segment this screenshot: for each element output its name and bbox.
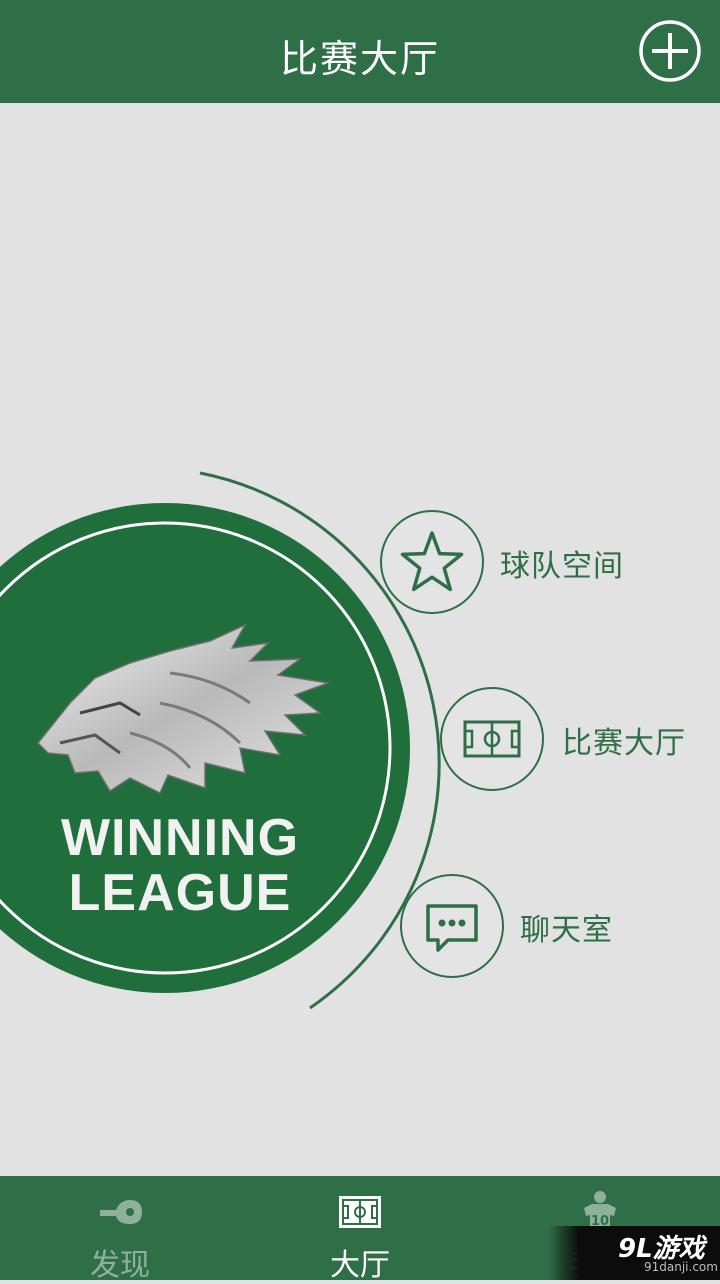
whistle-icon [100, 1200, 142, 1224]
tab-discover[interactable]: 发现 [0, 1176, 240, 1283]
star-icon [400, 531, 464, 592]
logo-text-line2: LEAGUE [68, 864, 292, 922]
plus-circle-icon [639, 20, 701, 82]
menu-ring [0, 471, 441, 1010]
menu-item-match-hall[interactable]: 比赛大厅 [440, 687, 710, 791]
menu-label: 比赛大厅 [562, 726, 686, 761]
logo-text-line1: WINNING [60, 809, 300, 867]
menu-circle [380, 510, 484, 614]
menu-item-chat-room[interactable]: 聊天室 [400, 874, 640, 978]
site-watermark: 9L游戏 91danji.com [548, 1226, 720, 1280]
football-pitch-icon [339, 1196, 381, 1228]
chat-bubble-icon [426, 904, 478, 952]
tab-label: 发现 [90, 1248, 150, 1283]
hall-content: WINNING LEAGUE 球队空间 比赛大厅 聊天室 [0, 103, 720, 1176]
add-button[interactable] [638, 19, 702, 83]
football-pitch-icon [463, 720, 521, 758]
menu-circle [440, 687, 544, 791]
menu-label: 球队空间 [500, 549, 624, 584]
app-header: 比赛大厅 [0, 0, 720, 103]
watermark-site: 91danji.com [644, 1260, 718, 1274]
menu-item-team-space[interactable]: 球队空间 [380, 510, 640, 614]
page-title: 比赛大厅 [279, 37, 440, 81]
tab-label: 大厅 [330, 1248, 390, 1283]
tab-hall[interactable]: 大厅 [240, 1176, 480, 1283]
menu-circle [400, 874, 504, 978]
menu-label: 聊天室 [520, 913, 613, 948]
